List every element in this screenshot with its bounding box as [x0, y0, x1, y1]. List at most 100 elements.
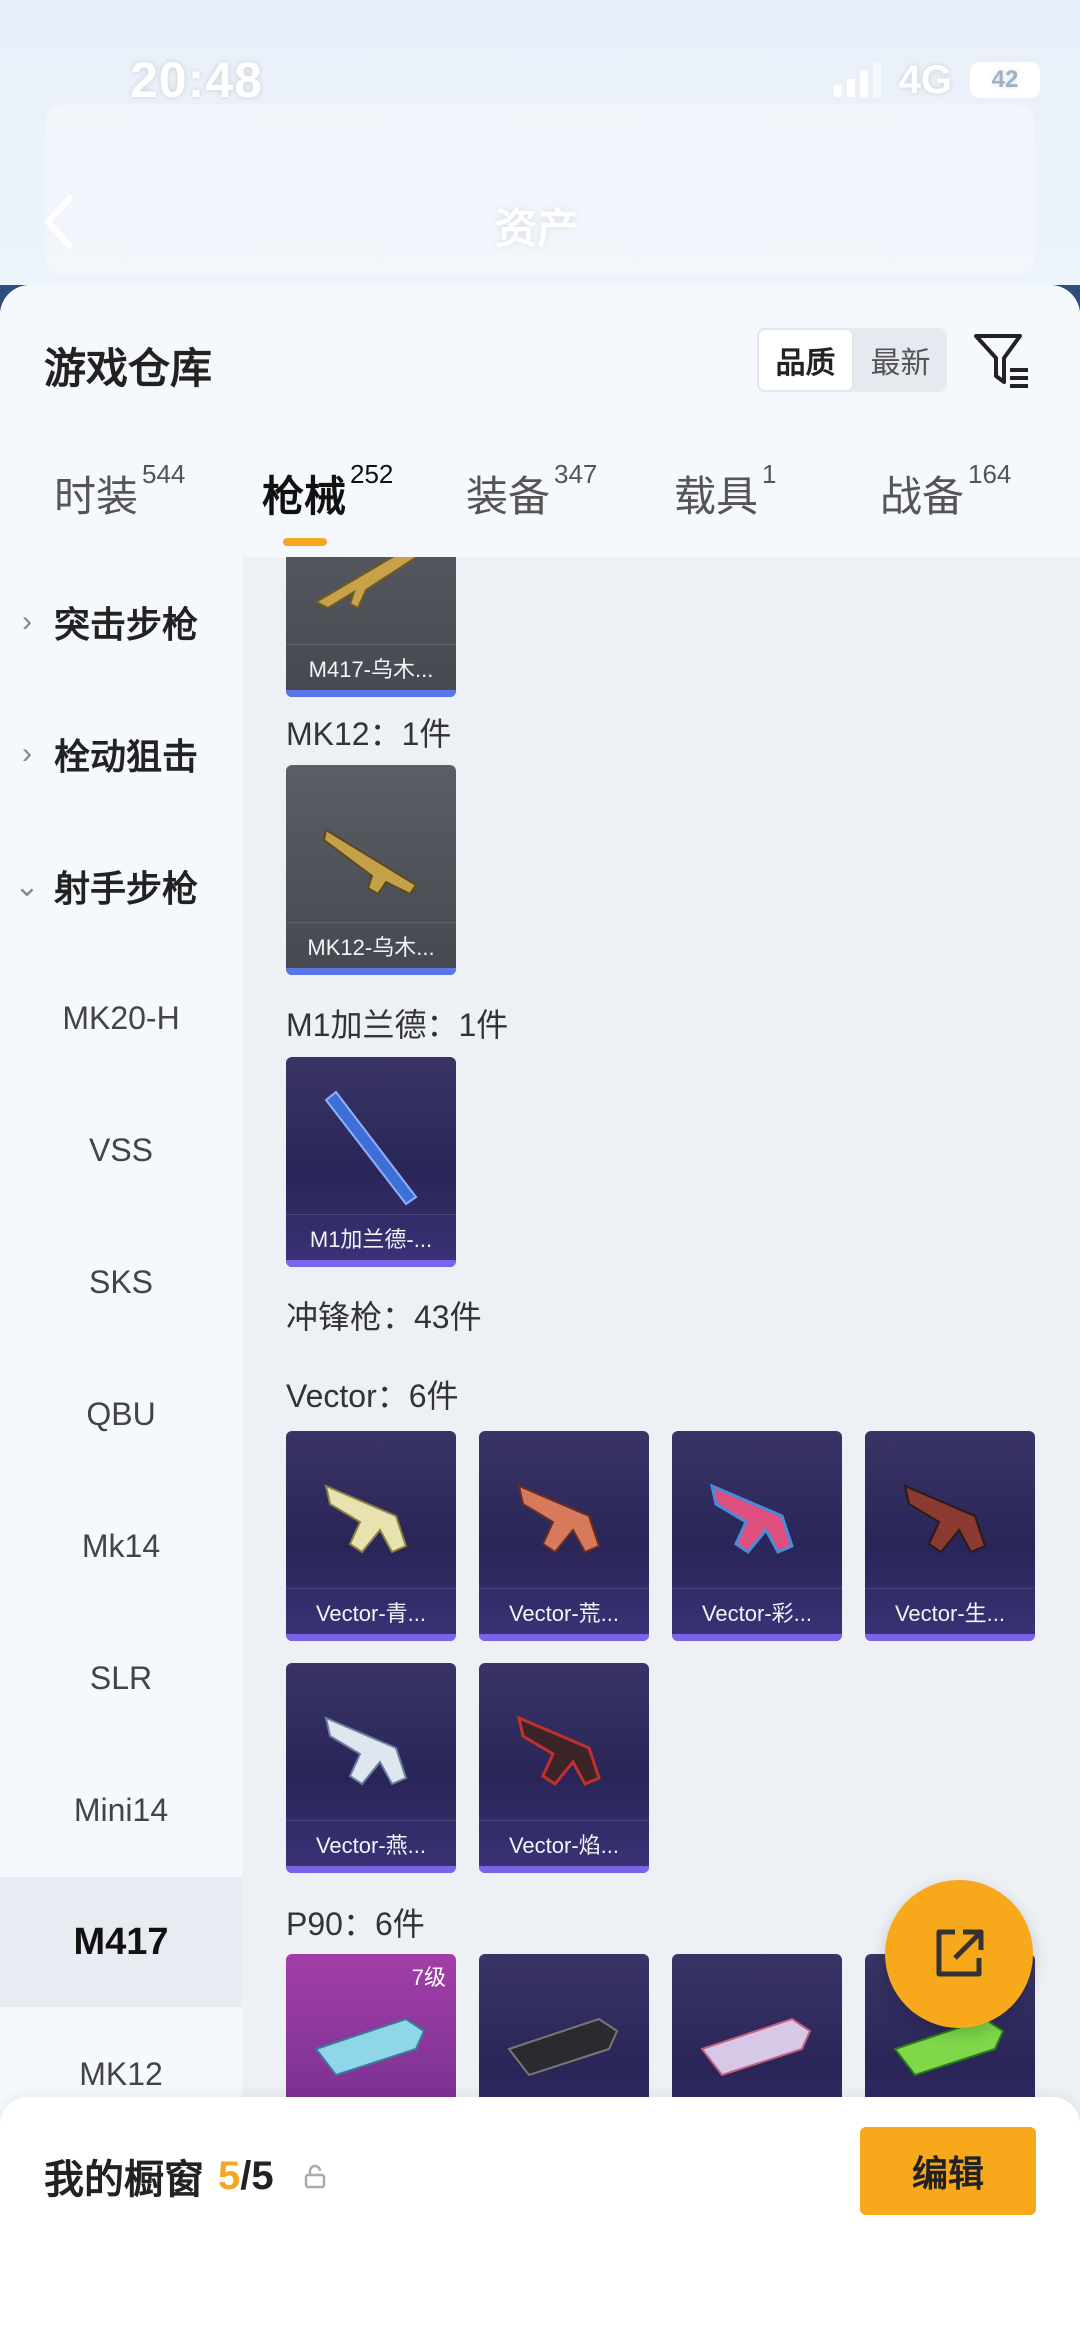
sidebar-category-label: 射手步枪	[54, 868, 199, 909]
network-type: 4G	[898, 57, 952, 102]
tab-count: 347	[554, 459, 598, 489]
rarity-bar	[479, 1866, 649, 1873]
sidebar-item-qbu[interactable]: QBU	[0, 1349, 242, 1479]
warehouse-sheet: 游戏仓库 品质 最新 时装 544 枪械 252 装备 347 载具 1 战备 164 ›…	[0, 285, 1080, 2341]
item-name: Vector-燕...	[286, 1820, 456, 1866]
rifle-icon	[313, 557, 419, 610]
rarity-bar	[286, 1634, 456, 1641]
tab-supplies[interactable]: 战备 164	[880, 459, 1011, 524]
smg-icon	[324, 1716, 408, 1786]
sort-quality-button[interactable]: 品质	[757, 328, 854, 392]
sidebar-category-assault-rifles[interactable]: › 突击步枪	[0, 557, 242, 687]
sidebar-item-slr[interactable]: SLR	[0, 1613, 242, 1743]
section-label: P90：6件	[286, 1906, 425, 1942]
item-card[interactable]: M417-乌木...	[286, 557, 456, 697]
smg-icon	[324, 1484, 408, 1554]
rifle-icon	[322, 828, 418, 896]
share-button[interactable]	[885, 1880, 1033, 2028]
showcase-count: 5	[218, 2153, 241, 2198]
smg-icon	[903, 1484, 987, 1554]
rarity-bar	[479, 1634, 649, 1641]
sidebar-category-marksman-rifles[interactable]: ⌄ 射手步枪	[0, 821, 242, 951]
top-header: 20:48 4G 42 资产	[0, 0, 1080, 285]
share-external-icon	[936, 1929, 984, 1977]
showcase-total: /5	[240, 2153, 274, 2198]
tab-label: 装备	[466, 473, 551, 520]
tab-fashion[interactable]: 时装 544	[54, 459, 185, 524]
item-name: MK12-乌木...	[286, 922, 456, 968]
item-name: Vector-焰...	[479, 1820, 649, 1866]
item-card[interactable]: Vector-荒...	[479, 1431, 649, 1641]
battery-icon: 42	[970, 62, 1040, 98]
section-label: Vector：6件	[286, 1378, 459, 1414]
section-label: 冲锋枪：43件	[286, 1299, 482, 1335]
tab-label: 载具	[674, 473, 759, 520]
item-name: Vector-荒...	[479, 1588, 649, 1634]
section-label: MK12：1件	[286, 716, 452, 752]
smg-icon	[314, 2017, 426, 2077]
rifle-icon	[324, 1090, 418, 1206]
sidebar-category-bolt-snipers[interactable]: › 栓动狙击	[0, 689, 242, 819]
smg-icon	[709, 1483, 794, 1555]
tab-count: 164	[968, 459, 1012, 489]
edit-button[interactable]: 编辑	[860, 2127, 1036, 2215]
category-tabs: 时装 544 枪械 252 装备 347 载具 1 战备 164	[0, 459, 1080, 553]
item-name: M417-乌木...	[286, 644, 456, 690]
rarity-bar	[286, 690, 456, 697]
tab-label: 时装	[54, 473, 139, 520]
sidebar: › 突击步枪 › 栓动狙击 ⌄ 射手步枪 MK20-H VSS SKS QBU Mk1…	[0, 557, 242, 2341]
sidebar-item-mk20h[interactable]: MK20-H	[0, 953, 242, 1083]
item-name: Vector-彩...	[672, 1588, 842, 1634]
rarity-bar	[286, 968, 456, 975]
status-bar: 20:48 4G 42	[130, 50, 1040, 110]
chevron-right-icon: ›	[22, 605, 32, 638]
sidebar-item-mk14[interactable]: Mk14	[0, 1481, 242, 1611]
filter-icon[interactable]	[972, 330, 1032, 392]
tab-label: 枪械	[262, 473, 347, 520]
sidebar-item-m417[interactable]: M417	[0, 1877, 242, 2007]
chevron-down-icon: ⌄	[14, 869, 40, 903]
item-card[interactable]: M1加兰德-...	[286, 1057, 456, 1267]
rarity-bar	[286, 1866, 456, 1873]
sort-toggle: 品质 最新	[757, 328, 947, 392]
sort-latest-button[interactable]: 最新	[854, 328, 947, 392]
showcase-summary: 我的橱窗 5 /5	[44, 2147, 328, 2205]
item-name: M1加兰德-...	[286, 1214, 456, 1260]
page-title: 游戏仓库	[44, 345, 213, 392]
item-card[interactable]: Vector-生...	[865, 1431, 1035, 1641]
item-grid: M417-乌木... MK12：1件 MK12-乌木... M1加兰德：1件 M…	[242, 557, 1080, 2341]
lock-icon[interactable]	[302, 2163, 328, 2189]
signal-icon	[833, 63, 881, 97]
item-name: Vector-青...	[286, 1588, 456, 1634]
item-card[interactable]: Vector-燕...	[286, 1663, 456, 1873]
item-name: Vector-生...	[865, 1588, 1035, 1634]
status-time: 20:48	[130, 52, 263, 108]
item-card[interactable]: Vector-焰...	[479, 1663, 649, 1873]
showcase-label: 我的橱窗	[44, 2158, 204, 2202]
item-card[interactable]: MK12-乌木...	[286, 765, 456, 975]
tab-count: 1	[762, 459, 777, 489]
item-card[interactable]: Vector-彩...	[672, 1431, 842, 1641]
sidebar-item-sks[interactable]: SKS	[0, 1217, 242, 1347]
page-title-assets: 资产	[495, 205, 580, 252]
smg-icon	[700, 2017, 812, 2077]
sheet-header: 游戏仓库 品质 最新 时装 544 枪械 252 装备 347 载具 1 战备 164	[0, 285, 1080, 555]
tab-count: 252	[350, 459, 394, 489]
item-card[interactable]: Vector-青...	[286, 1431, 456, 1641]
tab-count: 544	[142, 459, 186, 489]
showcase-bar: 我的橱窗 5 /5 编辑	[0, 2097, 1080, 2341]
sidebar-item-vss[interactable]: VSS	[0, 1085, 242, 1215]
tab-label: 战备	[880, 473, 965, 520]
sidebar-category-label: 栓动狙击	[54, 736, 199, 777]
rarity-bar	[286, 1260, 456, 1267]
back-arrow-icon[interactable]	[40, 192, 80, 252]
active-tab-indicator	[283, 538, 327, 546]
smg-icon	[516, 1715, 601, 1787]
tab-vehicles[interactable]: 载具 1	[674, 459, 776, 524]
tab-guns[interactable]: 枪械 252	[262, 459, 393, 524]
tab-equipment[interactable]: 装备 347	[466, 459, 597, 524]
rarity-bar	[865, 1634, 1035, 1641]
rarity-bar	[672, 1634, 842, 1641]
sidebar-item-mini14[interactable]: Mini14	[0, 1745, 242, 1875]
smg-icon	[517, 1484, 601, 1554]
